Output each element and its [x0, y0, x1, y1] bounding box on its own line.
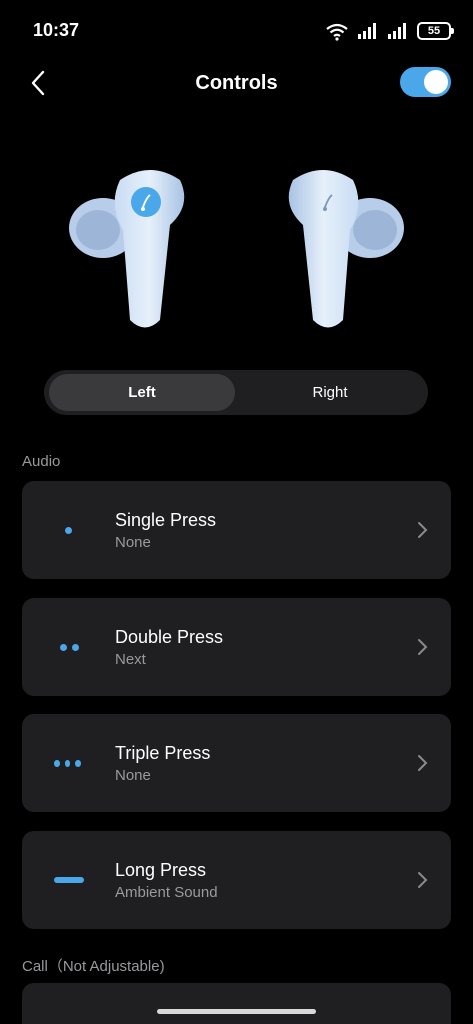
chevron-right-icon	[418, 872, 428, 888]
call-control-card	[22, 983, 451, 1024]
earbud-side-selector: Left Right	[44, 370, 428, 415]
chevron-right-icon	[418, 755, 428, 771]
status-icons: 55	[325, 20, 454, 42]
single-dot-icon	[52, 520, 86, 540]
chevron-right-icon	[418, 522, 428, 538]
home-indicator[interactable]	[157, 1009, 316, 1014]
control-value: None	[115, 767, 151, 784]
right-earbud	[288, 170, 404, 328]
double-dot-icon	[52, 637, 86, 657]
signal-icon-2	[388, 23, 406, 39]
tab-left[interactable]: Left	[49, 374, 235, 411]
status-bar: 10:37 55	[0, 0, 473, 60]
header: Controls	[0, 60, 473, 106]
control-value: Ambient Sound	[115, 884, 218, 901]
control-title: Triple Press	[115, 743, 211, 763]
control-card-single-press[interactable]: Single Press None	[22, 481, 451, 579]
control-title: Double Press	[115, 627, 224, 647]
control-value: None	[115, 534, 151, 551]
earbuds-illustration	[69, 170, 404, 328]
toggle-knob	[424, 70, 448, 94]
signal-icon	[358, 23, 376, 39]
left-earbud	[69, 170, 185, 328]
chevron-right-icon	[418, 639, 428, 655]
control-title: Long Press	[115, 860, 207, 880]
long-press-icon	[52, 870, 86, 890]
control-card-long-press[interactable]: Long Press Ambient Sound	[22, 831, 451, 929]
status-time: 10:37	[33, 20, 80, 40]
control-card-double-press[interactable]: Double Press Next	[22, 598, 451, 696]
triple-dot-icon	[52, 753, 86, 773]
battery-level: 55	[427, 24, 441, 37]
wifi-icon	[326, 23, 348, 41]
section-label-call: Call（Not Adjustable)	[22, 958, 165, 975]
battery-indicator: 55	[417, 22, 454, 40]
tab-right[interactable]: Right	[237, 374, 423, 411]
control-title: Single Press	[115, 510, 217, 530]
control-card-triple-press[interactable]: Triple Press None	[22, 714, 451, 812]
section-label-audio: Audio	[22, 453, 61, 470]
control-value: Next	[115, 651, 146, 668]
controls-toggle[interactable]	[400, 67, 451, 97]
